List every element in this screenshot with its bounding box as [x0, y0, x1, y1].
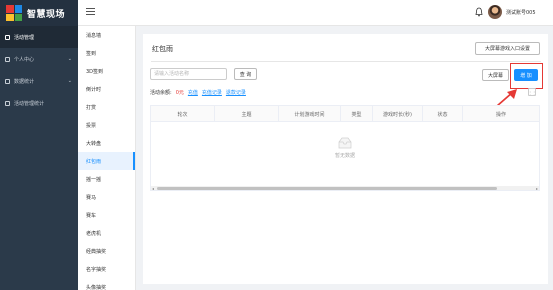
chart-icon	[5, 100, 10, 106]
table-header-cell: 状态	[423, 106, 463, 122]
balance-row: 活动余额: 0元 充值 充值记录 退款记录	[150, 89, 246, 96]
submenu-item[interactable]: 赛马	[78, 188, 135, 206]
balance-label: 活动余额:	[150, 90, 172, 96]
logo[interactable]: 智慧现场	[0, 0, 78, 26]
recharge-records-link[interactable]: 充值记录	[202, 89, 222, 96]
big-screen-button[interactable]: 大屏幕	[482, 69, 509, 81]
table-header-cell: 轮次	[151, 106, 215, 122]
chart-icon	[5, 78, 10, 84]
submenu-item[interactable]: 打赏	[78, 98, 135, 116]
chevron-down-icon: ⌄	[67, 56, 72, 62]
submenu-item[interactable]: 名字抽奖	[78, 260, 135, 278]
search-input[interactable]	[150, 68, 227, 80]
table-header-cell: 主题	[215, 106, 279, 122]
scroll-right-icon[interactable]: ▸	[536, 186, 538, 190]
sidebar-item-activity[interactable]: 活动管理	[0, 26, 78, 48]
activity-table: 轮次 主题 计划游戏时间 类型 游戏时长(秒) 状态 操作 暂无数据 ◂ ▸	[150, 105, 540, 191]
empty-box-icon	[338, 137, 352, 149]
empty-state: 暂无数据	[151, 122, 539, 174]
submenu-item[interactable]: 签到	[78, 44, 135, 62]
submenu-item[interactable]: 投票	[78, 116, 135, 134]
sidebar-item-label: 活动管理统计	[14, 100, 45, 107]
submenu-item[interactable]: 摇一摇	[78, 170, 135, 188]
query-button[interactable]: 查 询	[234, 68, 257, 80]
sidebar-item-label: 活动管理	[14, 34, 35, 41]
sidebar: 智慧现场 活动管理 个人中心 ⌄ 数据统计 ⌄ 活动管理统计	[0, 0, 78, 290]
divider	[151, 61, 541, 62]
scroll-left-icon[interactable]: ◂	[152, 186, 154, 190]
submenu-item-red-envelope-rain[interactable]: 红包雨	[78, 152, 135, 170]
table-header-cell: 类型	[341, 106, 373, 122]
top-bar: 测试账号005	[78, 0, 553, 26]
hamburger-icon[interactable]	[86, 8, 95, 16]
submenu-item[interactable]: 老虎机	[78, 224, 135, 242]
submenu-item[interactable]: 倒计时	[78, 80, 135, 98]
balance-amount: 0元	[175, 90, 184, 96]
grid-icon[interactable]: ⋮⋮	[528, 88, 536, 96]
submenu-item[interactable]: 经典抽奖	[78, 242, 135, 260]
user-icon	[5, 56, 10, 62]
table-header-cell: 计划游戏时间	[279, 106, 341, 122]
sidebar-item-activity-stats[interactable]: 活动管理统计	[0, 92, 78, 114]
refund-records-link[interactable]: 退款记录	[226, 89, 246, 96]
sidebar-item-stats[interactable]: 数据统计 ⌄	[0, 70, 78, 92]
submenu-item[interactable]: 头像抽奖	[78, 278, 135, 290]
empty-text: 暂无数据	[334, 153, 355, 159]
avatar[interactable]	[488, 5, 502, 19]
horizontal-scrollbar[interactable]: ◂ ▸	[151, 186, 539, 190]
chevron-down-icon: ⌄	[67, 78, 72, 84]
annotation-highlight-box	[510, 63, 543, 89]
scrollbar-thumb[interactable]	[157, 187, 497, 190]
sidebar-item-profile[interactable]: 个人中心 ⌄	[0, 48, 78, 70]
bell-icon[interactable]	[475, 7, 483, 17]
app-logo-icon	[6, 5, 22, 21]
submenu-item[interactable]: 消息墙	[78, 26, 135, 44]
table-header-cell: 操作	[495, 111, 506, 118]
table-header-cell: 游戏时长(秒)	[373, 106, 423, 122]
sidebar-item-label: 数据统计	[14, 78, 35, 85]
sidebar-item-label: 个人中心	[14, 56, 35, 63]
screen-entry-settings-button[interactable]: 大屏幕游戏入口设置	[475, 42, 540, 55]
activity-icon	[5, 34, 10, 40]
app-title: 智慧现场	[27, 9, 66, 20]
table-header: 轮次 主题 计划游戏时间 类型 游戏时长(秒) 状态 操作	[151, 106, 539, 122]
activity-submenu: 消息墙 签到 3D签到 倒计时 打赏 投票 大转盘 红包雨 摇一摇 赛马 赛车 …	[78, 26, 136, 290]
page-title: 红包雨	[152, 45, 173, 53]
main-panel: 红包雨 大屏幕游戏入口设置 查 询 大屏幕 增 加 活动余额: 0元 充值 充值…	[143, 34, 548, 284]
user-name[interactable]: 测试账号005	[506, 9, 536, 16]
submenu-item[interactable]: 大转盘	[78, 134, 135, 152]
side-nav: 活动管理 个人中心 ⌄ 数据统计 ⌄ 活动管理统计	[0, 26, 78, 114]
submenu-item[interactable]: 赛车	[78, 206, 135, 224]
submenu-item[interactable]: 3D签到	[78, 62, 135, 80]
recharge-link[interactable]: 充值	[188, 89, 198, 96]
